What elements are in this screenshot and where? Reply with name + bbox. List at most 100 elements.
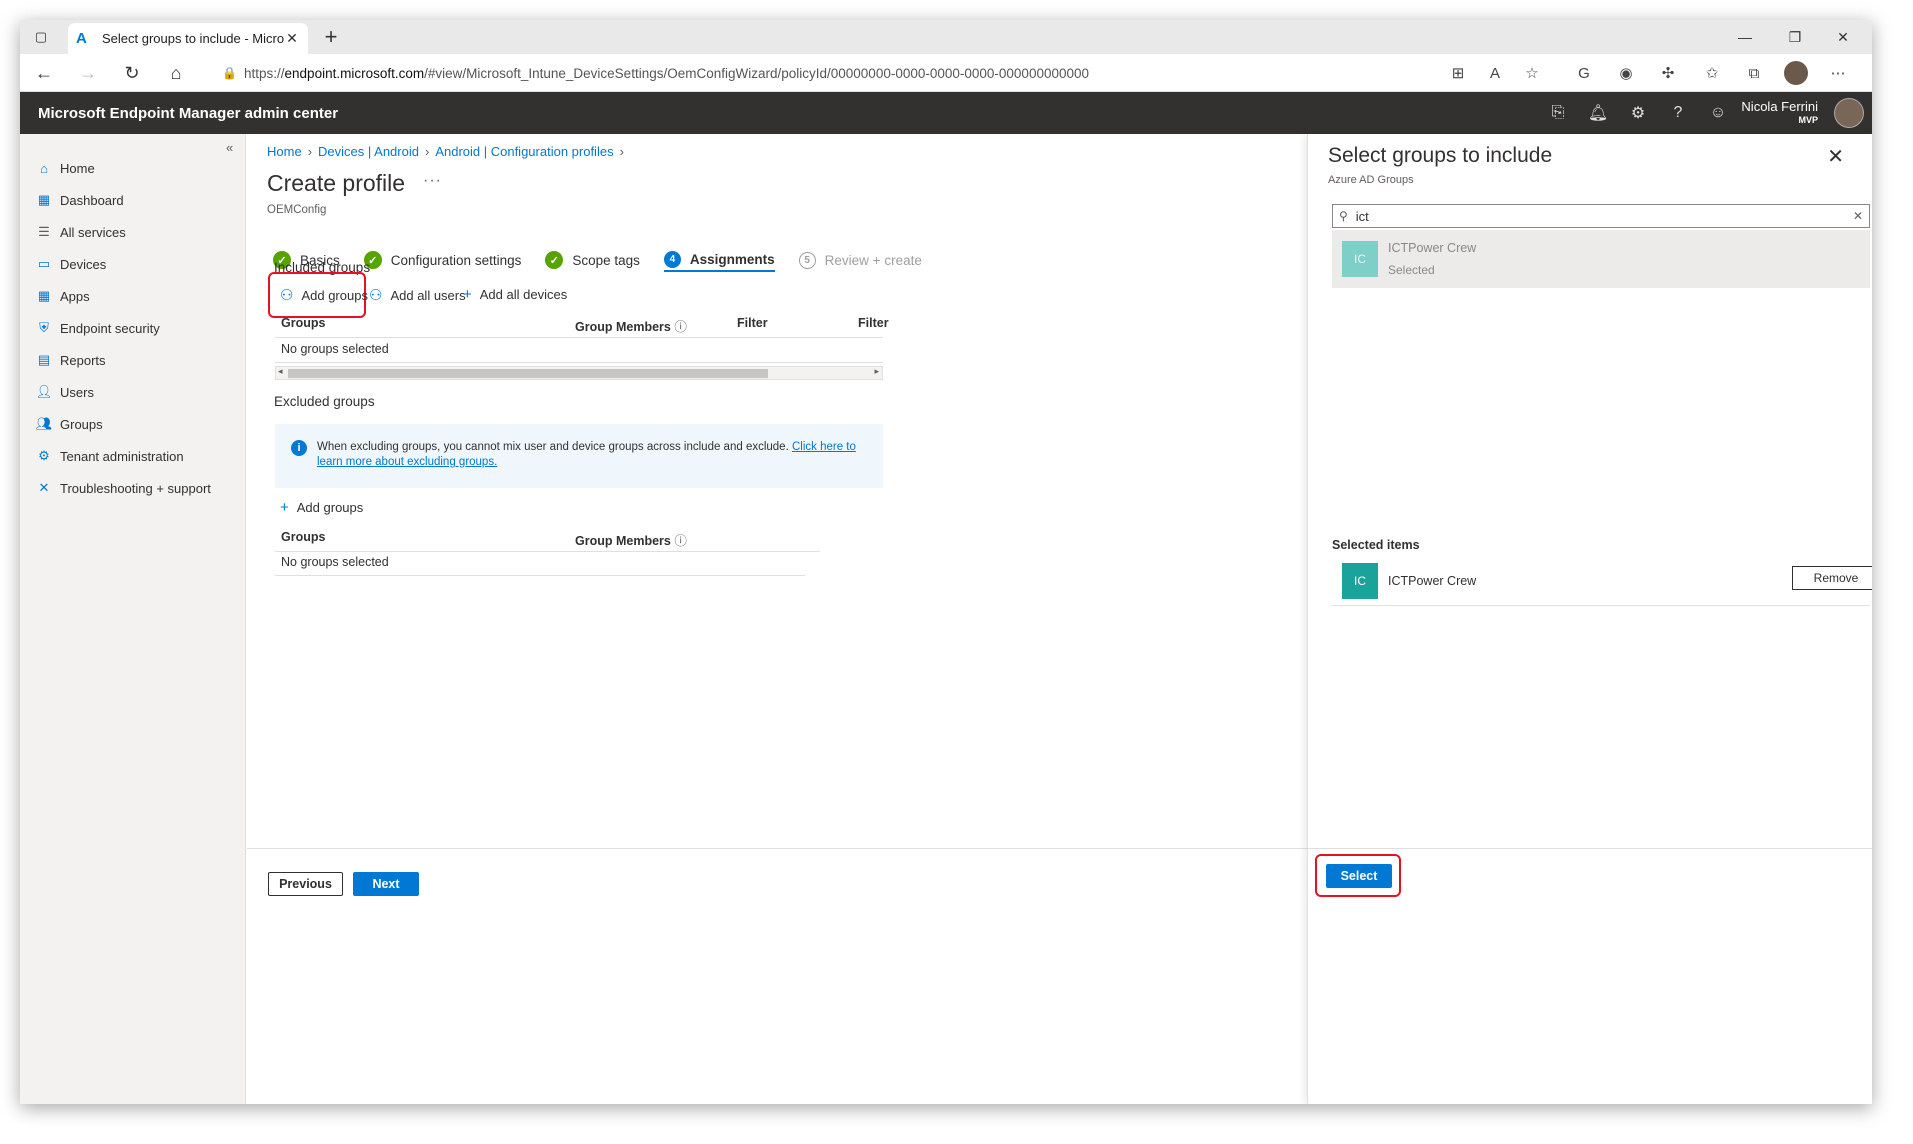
info-icon[interactable]: ⓘ xyxy=(674,534,687,548)
home-browser-icon[interactable]: ⌂ xyxy=(162,60,190,86)
close-icon[interactable]: ✕ xyxy=(1827,144,1844,169)
portal-brand[interactable]: Microsoft Endpoint Manager admin center xyxy=(38,105,338,122)
step-label: Review + create xyxy=(824,252,922,268)
header-label: Group Members xyxy=(575,320,671,334)
sidebar-item-all-services[interactable]: ☰ All services xyxy=(34,218,126,246)
user-name: Nicola Ferrini xyxy=(1741,99,1818,114)
dashboard-icon: ▦ xyxy=(37,192,51,207)
search-icon: ⚲ xyxy=(1339,209,1348,223)
minimize-icon[interactable]: — xyxy=(1722,20,1768,54)
group-tile: IC xyxy=(1342,241,1378,277)
app-available-icon[interactable]: ⊞ xyxy=(1446,62,1470,84)
extension-g-icon[interactable]: G xyxy=(1572,62,1596,84)
search-result-item[interactable]: IC ICTPower Crew Selected xyxy=(1332,230,1870,288)
column-header-filter[interactable]: Filter xyxy=(737,316,768,330)
feedback-icon[interactable]: ☺ xyxy=(1706,102,1730,124)
panel-footer-divider xyxy=(1308,848,1872,849)
chevron-right-icon: › xyxy=(619,144,624,159)
extensions-icon[interactable]: ✣ xyxy=(1656,62,1680,84)
breadcrumb: Home › Devices | Android › Android | Confi… xyxy=(267,144,624,159)
close-tab-icon[interactable]: ✕ xyxy=(284,30,300,47)
scrollbar-thumb[interactable] xyxy=(288,369,768,378)
sidebar-item-devices[interactable]: ▭ Devices xyxy=(34,250,106,278)
more-icon[interactable]: ⋯ xyxy=(1826,62,1850,84)
sidebar-item-reports[interactable]: ▤ Reports xyxy=(34,346,106,374)
remove-button[interactable]: Remove xyxy=(1792,566,1872,590)
add-all-users-button[interactable]: ⚇ Add all users xyxy=(369,286,466,304)
sidebar-item-dashboard[interactable]: ▦ Dashboard xyxy=(34,186,124,214)
sidebar-item-label: Devices xyxy=(60,256,107,272)
horizontal-scrollbar[interactable]: ◂ ▸ xyxy=(275,366,883,380)
back-icon[interactable]: ← xyxy=(30,60,58,86)
button-label: Add groups xyxy=(296,500,364,515)
notifications-icon[interactable]: 🔔︎ xyxy=(1586,102,1610,124)
url-field[interactable]: 🔒 https://endpoint.microsoft.com/#view/M… xyxy=(210,58,1570,88)
sidebar-item-groups[interactable]: 👥︎ Groups xyxy=(34,410,103,438)
divider xyxy=(275,362,883,363)
add-groups-included-button[interactable]: ⚇ Add groups xyxy=(280,286,368,304)
collapse-nav-icon[interactable]: « xyxy=(226,140,233,155)
scroll-left-icon[interactable]: ◂ xyxy=(278,366,283,377)
user-account[interactable]: Nicola Ferrini MVP xyxy=(1741,99,1818,125)
remote-help-icon[interactable]: ⎘ xyxy=(1546,102,1570,124)
step-scope-tags[interactable]: ✓ Scope tags xyxy=(545,248,640,272)
clear-search-icon[interactable]: ✕ xyxy=(1853,209,1863,223)
profile-avatar[interactable] xyxy=(1784,61,1808,85)
new-tab-icon[interactable]: + xyxy=(318,24,344,50)
sidebar-item-troubleshooting[interactable]: ✕ Troubleshooting + support xyxy=(34,474,211,502)
breadcrumb-home[interactable]: Home xyxy=(267,144,302,159)
collections-icon[interactable]: ⧉ xyxy=(1742,62,1766,84)
help-icon[interactable]: ? xyxy=(1666,102,1690,124)
sidebar-item-apps[interactable]: ▦ Apps xyxy=(34,282,90,310)
sidebar-item-tenant-administration[interactable]: ⚙ Tenant administration xyxy=(34,442,183,470)
extension-privacy-icon[interactable]: ◉ xyxy=(1614,62,1638,84)
tab-title: Select groups to include - Micro xyxy=(102,31,284,46)
step-label: Configuration settings xyxy=(390,252,522,268)
column-header-group-members[interactable]: Group Members ⓘ xyxy=(575,316,687,335)
search-input[interactable]: ⚲ ict ✕ xyxy=(1332,204,1870,228)
result-status: Selected xyxy=(1388,263,1435,277)
add-all-devices-button[interactable]: + Add all devices xyxy=(463,286,567,303)
close-window-icon[interactable]: ✕ xyxy=(1820,20,1866,54)
info-icon[interactable]: ⓘ xyxy=(674,320,687,334)
add-groups-excluded-button[interactable]: + Add groups xyxy=(280,499,363,516)
search-value: ict xyxy=(1355,208,1369,224)
breadcrumb-configuration-profiles[interactable]: Android | Configuration profiles xyxy=(435,144,613,159)
favorites-icon[interactable]: ✩ xyxy=(1700,62,1724,84)
step-configuration-settings[interactable]: ✓ Configuration settings xyxy=(363,248,522,272)
refresh-icon[interactable]: ↻ xyxy=(118,60,146,86)
favorite-add-icon[interactable]: ☆ xyxy=(1520,62,1544,84)
select-button[interactable]: Select xyxy=(1326,864,1392,888)
breadcrumb-devices-android[interactable]: Devices | Android xyxy=(318,144,419,159)
column-header-groups[interactable]: Groups xyxy=(281,530,325,544)
settings-gear-icon[interactable]: ⚙ xyxy=(1626,102,1650,124)
more-options-icon[interactable]: ··· xyxy=(423,172,442,190)
sidebar-item-home[interactable]: ⌂ Home xyxy=(34,154,95,182)
groups-icon: 👥︎ xyxy=(35,416,53,431)
step-assignments[interactable]: 4 Assignments xyxy=(663,248,775,272)
user-avatar[interactable] xyxy=(1834,98,1864,128)
url-host: endpoint.microsoft.com xyxy=(284,65,425,81)
selected-items-header: Selected items xyxy=(1332,538,1420,552)
sidebar-item-endpoint-security[interactable]: ⛨ Endpoint security xyxy=(34,314,160,342)
next-button[interactable]: Next xyxy=(353,872,419,896)
step-label: Scope tags xyxy=(572,252,640,268)
column-header-groups[interactable]: Groups xyxy=(281,316,325,330)
user-icon: 👤︎ xyxy=(35,384,53,399)
read-aloud-icon[interactable]: A xyxy=(1483,62,1507,84)
sidebar-item-users[interactable]: 👤︎ Users xyxy=(34,378,94,406)
step-label: Assignments xyxy=(689,251,775,267)
azure-icon: A xyxy=(76,29,87,47)
restore-icon[interactable]: ❐ xyxy=(1772,20,1818,54)
previous-button[interactable]: Previous xyxy=(268,872,343,896)
scroll-right-icon[interactable]: ▸ xyxy=(874,366,879,377)
column-header-group-members[interactable]: Group Members ⓘ xyxy=(575,530,687,549)
sidebar-item-label: Home xyxy=(60,160,95,176)
browser-tab[interactable]: A Select groups to include - Micro ✕ xyxy=(68,23,308,54)
sidebar-item-label: Dashboard xyxy=(60,192,124,208)
forward-icon[interactable]: → xyxy=(74,60,102,86)
user-badge: MVP xyxy=(1798,115,1818,125)
sidebar-item-label: Troubleshooting + support xyxy=(60,480,211,496)
column-header-filter-mode[interactable]: Filter xyxy=(858,316,889,330)
workspaces-icon[interactable]: ▢ xyxy=(30,26,52,48)
